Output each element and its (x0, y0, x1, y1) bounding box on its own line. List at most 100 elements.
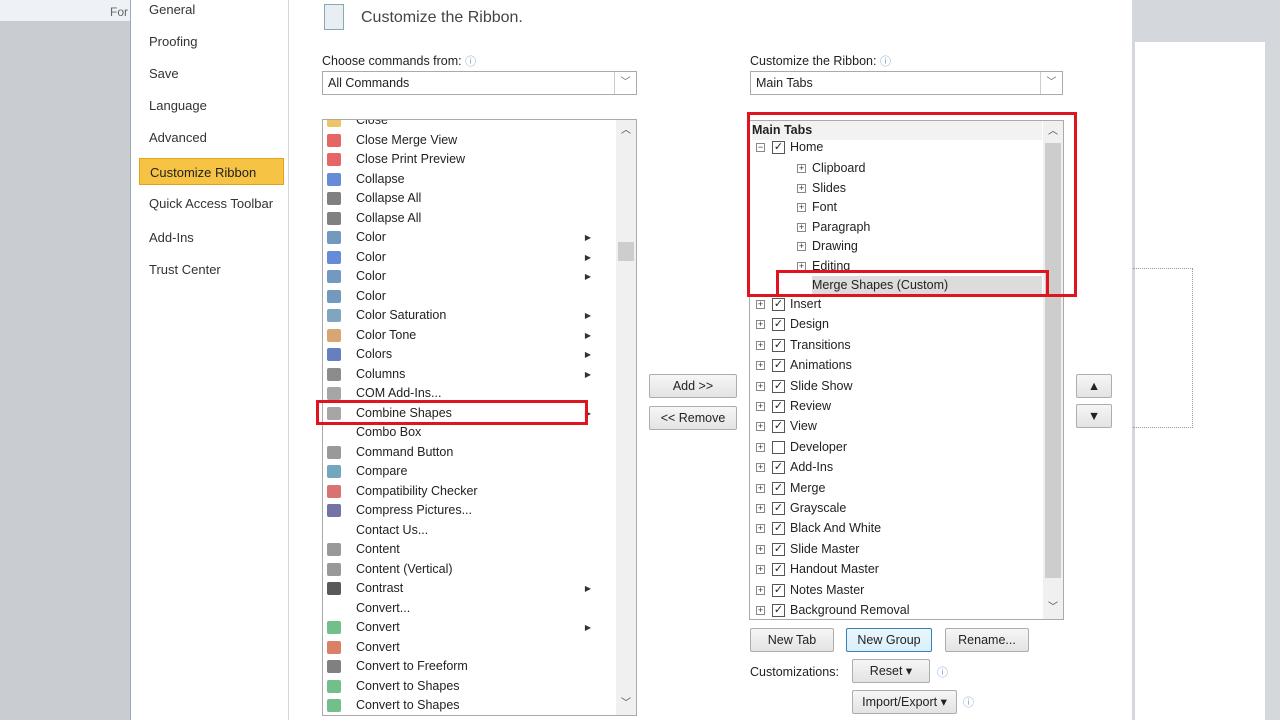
expand-icon[interactable]: + (756, 422, 765, 432)
move-down-button[interactable]: ▼ (1076, 404, 1112, 428)
tree-tab[interactable]: + ✓ Merge (750, 479, 1044, 498)
ribbon-tabs-combo[interactable]: Main Tabs ﹀ (750, 71, 1063, 95)
list-item[interactable]: Close (323, 120, 617, 130)
list-item[interactable]: Convert to Shapes (323, 677, 617, 696)
expand-icon[interactable]: + (756, 606, 765, 615)
list-item[interactable]: Content (Vertical) (323, 560, 617, 579)
import-export-button[interactable]: Import/Export ▾ (852, 690, 957, 714)
list-item[interactable]: Compare (323, 462, 617, 481)
reset-button[interactable]: Reset ▾ (852, 659, 930, 683)
scroll-thumb[interactable] (618, 242, 634, 261)
nav-item-customize-ribbon[interactable]: Customize Ribbon (139, 158, 284, 185)
list-item[interactable]: Color (323, 287, 617, 306)
tree-group[interactable]: + Clipboard (750, 159, 1044, 178)
tree-group[interactable]: + Paragraph (750, 218, 1044, 237)
list-item[interactable]: COM Add-Ins... (323, 384, 617, 403)
checkbox[interactable]: ✓ (772, 359, 785, 373)
checkbox[interactable]: ✓ (772, 502, 785, 515)
expand-icon[interactable]: + (756, 402, 765, 411)
new-group-button[interactable]: New Group (846, 628, 932, 652)
checkbox[interactable] (772, 440, 785, 454)
list-item[interactable]: Color Saturation ▶ (323, 306, 617, 325)
nav-item-general[interactable]: General (139, 0, 284, 23)
scroll-down-icon[interactable]: ﹀ (1043, 599, 1063, 617)
tree-tab[interactable]: + ✓ Slide Show (750, 377, 1044, 396)
tree-item-home[interactable]: − ✓ Home (750, 138, 1044, 157)
checkbox[interactable]: ✓ (772, 400, 785, 413)
expand-icon[interactable]: + (756, 504, 765, 513)
list-item[interactable]: Collapse (323, 170, 617, 189)
expand-icon[interactable]: + (797, 183, 806, 193)
list-item[interactable]: Content (323, 540, 617, 559)
tree-tab[interactable]: + ✓ Slide Master (750, 540, 1044, 559)
checkbox[interactable]: ✓ (772, 298, 785, 311)
tree-tab[interactable]: + Developer (750, 438, 1044, 457)
tree-group[interactable]: + Font (750, 198, 1044, 217)
list-item[interactable]: Combine Shapes ▶ (323, 404, 617, 423)
checkbox[interactable]: ✓ (772, 141, 785, 154)
nav-item-quick-access-toolbar[interactable]: Quick Access Toolbar (139, 190, 284, 217)
list-item[interactable]: Collapse All (323, 209, 617, 228)
tree-tab[interactable]: + ✓ Animations (750, 356, 1044, 375)
tree-tab[interactable]: + ✓ Grayscale (750, 499, 1044, 518)
expand-icon[interactable]: + (756, 442, 765, 452)
list-item[interactable]: Collapse All (323, 189, 617, 208)
expand-icon[interactable]: + (756, 544, 765, 554)
tree-group-custom[interactable]: Merge Shapes (Custom) (812, 276, 1042, 295)
tree-tab[interactable]: + ✓ Transitions (750, 336, 1044, 355)
tree-group[interactable]: + Editing (750, 257, 1044, 276)
nav-item-advanced[interactable]: Advanced (139, 124, 284, 151)
scroll-up-icon[interactable]: ︿ (616, 122, 636, 140)
list-item[interactable]: Command Button (323, 443, 617, 462)
list-item[interactable]: Convert to Freeform (323, 657, 617, 676)
ribbon-tree[interactable]: ︿ ﹀ Main Tabs − ✓ Home + Clipboard + Slides + Fon… (749, 120, 1064, 620)
expand-icon[interactable]: + (797, 164, 806, 173)
list-item[interactable]: Color Tone ▶ (323, 326, 617, 345)
expand-icon[interactable]: + (756, 463, 765, 473)
list-item[interactable]: Color ▶ (323, 267, 617, 286)
list-item[interactable]: Contact Us... (323, 521, 617, 540)
nav-item-save[interactable]: Save (139, 60, 284, 87)
rename-button[interactable]: Rename... (945, 628, 1029, 652)
list-item[interactable]: Combo Box (323, 423, 617, 442)
nav-item-trust-center[interactable]: Trust Center (139, 256, 284, 283)
checkbox[interactable]: ✓ (772, 481, 785, 495)
choose-commands-combo[interactable]: All Commands ﹀ (322, 71, 637, 95)
list-item[interactable]: Columns ▶ (323, 365, 617, 384)
list-item[interactable]: Contrast ▶ (323, 579, 617, 598)
tree-tab[interactable]: + ✓ View (750, 417, 1044, 436)
remove-button[interactable]: << Remove (649, 406, 737, 430)
new-tab-button[interactable]: New Tab (750, 628, 834, 652)
tree-tab[interactable]: + ✓ Black And White (750, 519, 1044, 538)
list-item[interactable]: Compress Pictures... (323, 501, 617, 520)
list-item[interactable]: Colors ▶ (323, 345, 617, 364)
list-item[interactable]: Compatibility Checker (323, 482, 617, 501)
checkbox[interactable]: ✓ (772, 338, 785, 352)
expand-icon[interactable]: + (756, 381, 765, 391)
expand-icon[interactable]: + (756, 585, 765, 595)
list-item[interactable]: Close Merge View (323, 131, 617, 150)
nav-item-language[interactable]: Language (139, 92, 284, 119)
commands-scrollbar[interactable]: ︿ ﹀ (616, 120, 636, 715)
expand-icon[interactable]: + (756, 320, 765, 330)
expand-icon[interactable]: + (756, 340, 765, 350)
checkbox[interactable]: ✓ (772, 318, 785, 332)
add-button[interactable]: Add >> (649, 374, 737, 398)
expand-icon[interactable]: + (756, 300, 765, 309)
expand-icon[interactable]: + (756, 565, 765, 575)
nav-item-add-ins[interactable]: Add-Ins (139, 224, 284, 251)
tree-group[interactable]: + Slides (750, 179, 1044, 198)
list-item[interactable]: Convert... (323, 599, 617, 618)
nav-item-proofing[interactable]: Proofing (139, 28, 284, 55)
expand-icon[interactable]: + (797, 203, 806, 212)
list-item[interactable]: Convert ▶ (323, 618, 617, 637)
expand-icon[interactable]: + (756, 361, 765, 371)
checkbox[interactable]: ✓ (772, 522, 785, 536)
commands-list[interactable]: ︿ ﹀ Close Close Merge View Close Print Pre… (322, 119, 637, 716)
collapse-icon[interactable]: − (756, 143, 765, 152)
scroll-down-icon[interactable]: ﹀ (616, 695, 636, 713)
tree-scrollbar[interactable]: ︿ ﹀ (1043, 121, 1063, 619)
tree-tab[interactable]: + ✓ Insert (750, 295, 1044, 314)
checkbox[interactable]: ✓ (772, 379, 785, 393)
tree-group[interactable]: + Drawing (750, 237, 1044, 256)
